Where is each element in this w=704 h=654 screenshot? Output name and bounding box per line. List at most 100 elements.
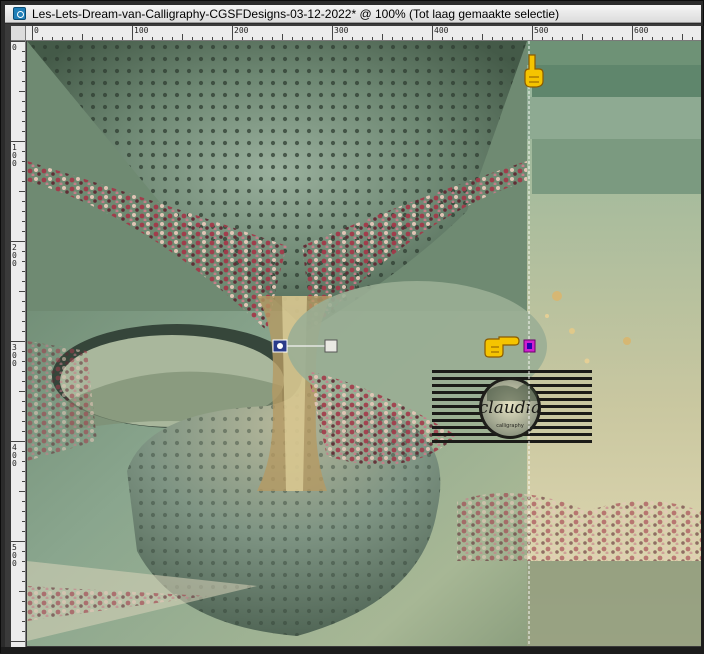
ruler-tick [442, 37, 443, 40]
ruler-tick [22, 361, 25, 362]
ruler-tick [22, 501, 25, 502]
ruler-tick [19, 491, 25, 492]
ruler-tick [642, 37, 643, 40]
ruler-tick [22, 61, 25, 62]
ruler-tick [22, 631, 25, 632]
guide-handle-magenta[interactable] [523, 339, 536, 353]
ruler-tick [22, 571, 25, 572]
ruler-tick [22, 181, 25, 182]
ruler-tick [102, 37, 103, 40]
ruler-tick [22, 421, 25, 422]
ruler-tick [152, 37, 153, 40]
application-window: Les-Lets-Dream-van-Calligraphy-CGSFDesig… [0, 0, 704, 654]
ruler-tick [19, 91, 25, 92]
ruler-label-h: 600 [634, 26, 649, 35]
ruler-tick [62, 37, 63, 40]
deform-handle-center [277, 343, 283, 349]
watermark-logo: claudia calligraphy [432, 369, 592, 447]
ruler-tick [42, 37, 43, 40]
ruler-tick [632, 26, 633, 40]
ruler-tick [402, 37, 403, 40]
ruler-tick [22, 531, 25, 532]
ruler-tick [22, 81, 25, 82]
ruler-label-h: 300 [334, 26, 349, 35]
rotation-handle[interactable] [324, 339, 338, 353]
ruler-tick [582, 34, 583, 40]
ruler-tick [22, 171, 25, 172]
ruler-tick [462, 37, 463, 40]
ruler-tick [22, 551, 25, 552]
ruler-tick [22, 401, 25, 402]
ruler-tick [122, 37, 123, 40]
ruler-tick [92, 37, 93, 40]
ruler-tick [11, 441, 25, 442]
ruler-tick [272, 37, 273, 40]
ruler-tick [192, 37, 193, 40]
ruler-tick [652, 37, 653, 40]
ruler-label-v: 300 [12, 343, 17, 368]
ruler-tick [22, 461, 25, 462]
ruler-tick [22, 71, 25, 72]
ruler-tick [22, 281, 25, 282]
ruler-tick [292, 37, 293, 40]
document-titlebar[interactable]: Les-Lets-Dream-van-Calligraphy-CGSFDesig… [5, 5, 701, 23]
ruler-tick [432, 26, 433, 40]
horizontal-ruler[interactable]: 0 100 200 300 400 500 600 [26, 26, 701, 41]
image-canvas[interactable]: claudia calligraphy [27, 41, 701, 646]
ruler-tick [132, 26, 133, 40]
ruler-tick [562, 37, 563, 40]
ruler-tick [11, 241, 25, 242]
ruler-label-h: 400 [434, 26, 449, 35]
document-icon [13, 7, 26, 20]
ruler-tick [22, 221, 25, 222]
ruler-tick [22, 201, 25, 202]
ruler-tick [512, 37, 513, 40]
ruler-tick [542, 37, 543, 40]
ruler-tick [22, 521, 25, 522]
ruler-tick [242, 37, 243, 40]
ruler-tick [19, 391, 25, 392]
ruler-tick [22, 261, 25, 262]
ruler-tick [22, 611, 25, 612]
ruler-tick [82, 34, 83, 40]
ruler-tick [162, 37, 163, 40]
ruler-tick [572, 37, 573, 40]
ruler-tick [22, 601, 25, 602]
ruler-label-h: 200 [234, 26, 249, 35]
ruler-tick [332, 26, 333, 40]
ruler-tick [172, 37, 173, 40]
ruler-tick [22, 151, 25, 152]
ruler-tick [342, 37, 343, 40]
ruler-tick [222, 37, 223, 40]
ruler-tick [22, 51, 25, 52]
ruler-tick [622, 37, 623, 40]
ruler-tick [72, 37, 73, 40]
ruler-tick [672, 37, 673, 40]
watermark-subtext: calligraphy [496, 423, 524, 429]
ruler-tick [11, 341, 25, 342]
ruler-tick [182, 34, 183, 40]
vertical-ruler[interactable]: 0 100 200 300 400 500 [11, 41, 26, 647]
ruler-tick [22, 371, 25, 372]
ruler-tick [412, 37, 413, 40]
ruler-tick [532, 26, 533, 40]
ruler-label-h: 100 [134, 26, 149, 35]
left-flower-patch [27, 341, 97, 461]
ruler-label-v: 100 [12, 143, 17, 168]
ruler-tick [19, 591, 25, 592]
ruler-corner [11, 26, 26, 41]
ruler-tick [22, 131, 25, 132]
ruler-tick [262, 37, 263, 40]
ruler-tick [302, 37, 303, 40]
ruler-tick [22, 451, 25, 452]
ruler-tick [11, 541, 25, 542]
ruler-tick [22, 101, 25, 102]
ruler-tick [22, 561, 25, 562]
ruler-tick [482, 34, 483, 40]
ruler-tick [19, 291, 25, 292]
ruler-tick [22, 431, 25, 432]
ruler-tick [22, 251, 25, 252]
ruler-tick [22, 161, 25, 162]
ruler-tick [22, 111, 25, 112]
ruler-tick [312, 37, 313, 40]
